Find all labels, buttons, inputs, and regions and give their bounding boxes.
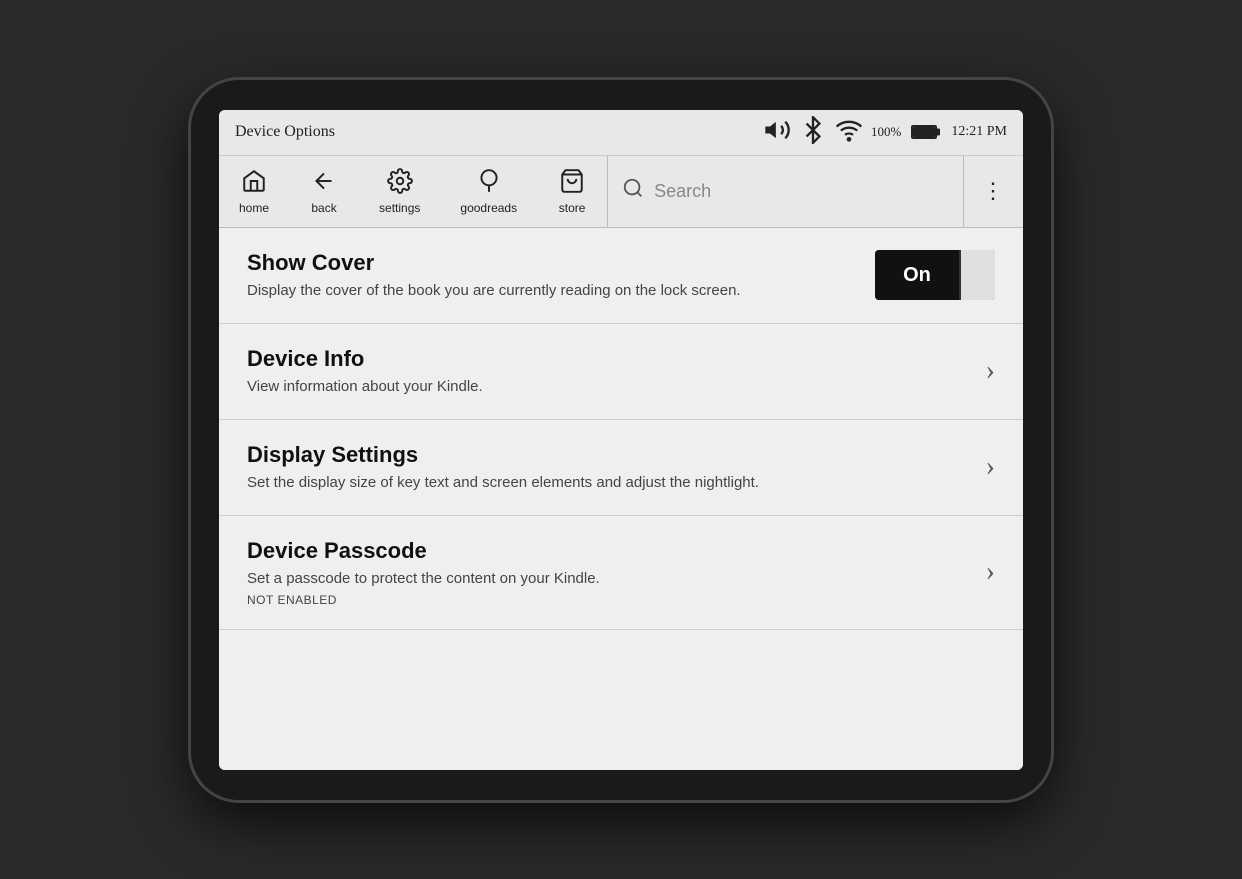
device-frame: Device Options	[191, 80, 1051, 800]
page-title: Device Options	[235, 123, 335, 141]
toggle-switch[interactable]: On	[875, 250, 995, 300]
menu-item-device-passcode-left: Device Passcode Set a passcode to protec…	[247, 538, 986, 607]
nav-goodreads-label: goodreads	[460, 201, 517, 215]
goodreads-icon	[476, 168, 502, 199]
search-icon	[622, 177, 644, 205]
status-bar: Device Options	[219, 110, 1023, 156]
device-info-chevron: ›	[986, 355, 995, 387]
menu-item-show-cover[interactable]: Show Cover Display the cover of the book…	[219, 228, 1023, 324]
device-passcode-chevron: ›	[986, 556, 995, 588]
nav-store-label: store	[559, 201, 586, 215]
status-time: 12:21 PM	[951, 124, 1007, 140]
menu-item-device-info-left: Device Info View information about your …	[247, 346, 986, 397]
menu-item-show-cover-left: Show Cover Display the cover of the book…	[247, 250, 875, 301]
show-cover-desc: Display the cover of the book you are cu…	[247, 280, 855, 301]
search-bar[interactable]: Search	[607, 156, 964, 227]
nav-settings-label: settings	[379, 201, 420, 215]
store-icon	[559, 168, 585, 199]
display-settings-title: Display Settings	[247, 442, 966, 468]
screen: Device Options	[219, 110, 1023, 770]
nav-store[interactable]: store	[537, 156, 607, 227]
display-settings-chevron: ›	[986, 451, 995, 483]
back-icon	[311, 168, 337, 199]
battery-icon	[911, 125, 937, 139]
settings-icon	[387, 168, 413, 199]
menu-item-device-info[interactable]: Device Info View information about your …	[219, 324, 1023, 420]
device-info-desc: View information about your Kindle.	[247, 376, 966, 397]
menu-item-device-passcode[interactable]: Device Passcode Set a passcode to protec…	[219, 516, 1023, 630]
navbar: home back settings	[219, 156, 1023, 228]
nav-back[interactable]: back	[289, 156, 359, 227]
menu-item-display-settings[interactable]: Display Settings Set the display size of…	[219, 420, 1023, 516]
wifi-icon	[835, 116, 863, 149]
nav-home-label: home	[239, 201, 269, 215]
more-icon: ⋮	[982, 178, 1005, 204]
toggle-on-label: On	[875, 250, 959, 300]
toggle-off-area	[959, 250, 995, 300]
battery-percent: 100%	[871, 124, 901, 140]
more-button[interactable]: ⋮	[964, 156, 1023, 227]
volume-icon	[763, 116, 791, 149]
nav-settings[interactable]: settings	[359, 156, 440, 227]
bluetooth-icon	[799, 116, 827, 149]
show-cover-toggle[interactable]: On	[875, 250, 995, 300]
status-icons: 100% 12:21 PM	[763, 116, 1007, 149]
menu-item-display-settings-left: Display Settings Set the display size of…	[247, 442, 986, 493]
nav-back-label: back	[311, 201, 336, 215]
content-area: Show Cover Display the cover of the book…	[219, 228, 1023, 770]
search-placeholder: Search	[654, 181, 711, 202]
device-passcode-sub: NOT ENABLED	[247, 593, 966, 607]
show-cover-title: Show Cover	[247, 250, 855, 276]
display-settings-desc: Set the display size of key text and scr…	[247, 472, 966, 493]
device-passcode-title: Device Passcode	[247, 538, 966, 564]
nav-goodreads[interactable]: goodreads	[440, 156, 537, 227]
device-passcode-desc: Set a passcode to protect the content on…	[247, 568, 966, 589]
home-icon	[241, 168, 267, 199]
nav-home[interactable]: home	[219, 156, 289, 227]
device-info-title: Device Info	[247, 346, 966, 372]
